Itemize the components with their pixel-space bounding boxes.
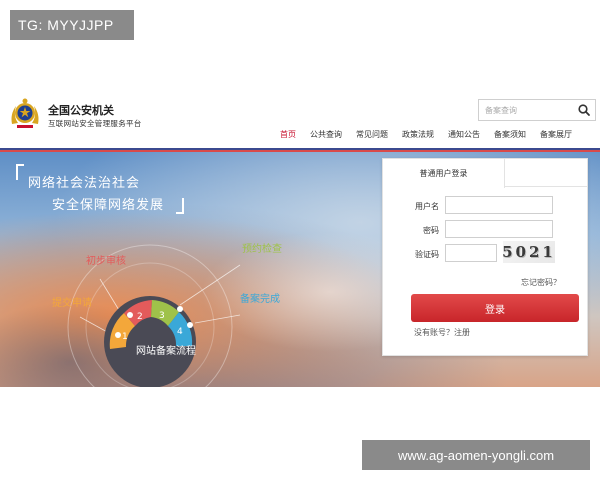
username-input[interactable] [445,196,553,214]
flow-step-4-label: 备案完成 [240,294,280,305]
captcha-label: 验证码 [415,250,439,259]
watermark-top-tag: TG: MYYJJPP [10,10,134,40]
segment-number-4: 4 [177,327,183,337]
search-input[interactable] [479,101,575,119]
nav-item-notices[interactable]: 通知公告 [448,126,480,144]
police-emblem-icon [8,96,42,132]
flow-node-4 [187,322,193,328]
login-button[interactable]: 登录 [411,294,579,322]
flow-node-2 [127,312,133,318]
nav-item-home[interactable]: 首页 [280,126,296,144]
site-title: 全国公安机关 [48,104,114,117]
site-header: 全国公安机关 互联网站安全管理服务平台 首页 公共查询 常见问题 政策法规 通知… [0,92,600,150]
flow-step-1-label: 提交申请 [52,298,92,309]
captcha-input[interactable] [445,244,497,262]
nav-item-filing-gallery[interactable]: 备案展厅 [540,126,572,144]
search-box [478,99,596,121]
segment-number-3: 3 [159,311,165,321]
flow-node-3 [177,306,183,312]
site-subtitle: 互联网站安全管理服务平台 [48,119,142,128]
slogan-bracket-right [176,198,184,214]
hero-slogan-line1: 网络社会法治社会 [28,176,141,191]
register-link[interactable]: 没有账号？注册 [414,327,470,338]
flow-step-3-label: 预约检查 [242,244,282,255]
slogan-bracket-left [16,164,24,180]
captcha-image[interactable]: 5021 [502,241,555,263]
nav-item-filing-guide[interactable]: 备案须知 [494,126,526,144]
login-panel: 普通用户登录 用户名 密码 验证码 5021 忘记密码？ 登录 没有账号？注册 [382,158,588,356]
watermark-bottom-tag: www.ag-aomen-yongli.com [362,440,590,470]
segment-number-1: 1 [122,332,128,342]
login-tabbar: 普通用户登录 [383,159,587,188]
connector-line-4 [194,314,241,324]
segment-number-2: 2 [137,312,143,322]
password-label: 密码 [423,226,439,235]
nav-item-public-query[interactable]: 公共查询 [310,126,342,144]
flow-node-1 [115,332,121,338]
flow-step-2-label: 初步审核 [86,256,126,267]
nav-item-faq[interactable]: 常见问题 [356,126,388,144]
password-input[interactable] [445,220,553,238]
main-nav: 首页 公共查询 常见问题 政策法规 通知公告 备案须知 备案展厅 [280,126,586,144]
hero-slogan-line2: 安全保障网络发展 [52,198,165,213]
search-icon[interactable] [577,103,591,117]
forgot-password-link[interactable]: 忘记密码？ [521,277,561,288]
tab-regular-user-login[interactable]: 普通用户登录 [383,159,505,188]
username-label: 用户名 [415,202,439,211]
nav-item-policies[interactable]: 政策法规 [402,126,434,144]
flow-caption: 网站备案流程 [136,346,196,357]
